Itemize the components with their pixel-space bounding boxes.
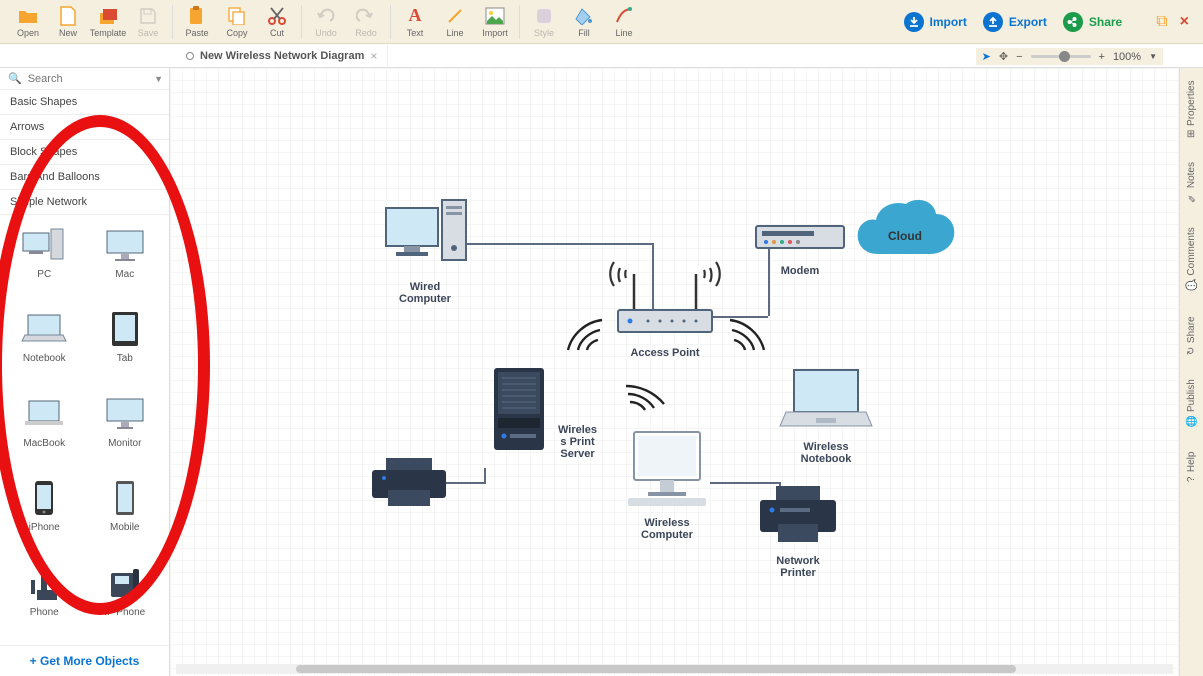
fill-icon bbox=[574, 6, 594, 26]
category-basic-shapes[interactable]: Basic Shapes bbox=[0, 90, 169, 115]
shape-monitor[interactable]: Monitor bbox=[87, 390, 164, 470]
new-button[interactable]: New bbox=[48, 2, 88, 42]
node-access-point[interactable]: Access Point bbox=[600, 260, 730, 359]
rail-comments[interactable]: 💬Comments bbox=[1184, 215, 1199, 304]
main-toolbar: Open New Template Save Paste Copy Cut Un… bbox=[0, 0, 1203, 44]
tab-close-icon[interactable]: × bbox=[370, 49, 377, 63]
canvas-area[interactable]: Wired Computer Access Point Modem Cloud bbox=[170, 68, 1179, 676]
rail-help[interactable]: ?Help bbox=[1184, 440, 1199, 494]
download-icon bbox=[904, 12, 924, 32]
cut-button[interactable]: Cut bbox=[257, 2, 297, 42]
style-icon bbox=[534, 6, 554, 26]
search-icon: 🔍 bbox=[8, 72, 22, 85]
save-button[interactable]: Save bbox=[128, 2, 168, 42]
shape-macbook[interactable]: MacBook bbox=[6, 390, 83, 470]
redo-button[interactable]: Redo bbox=[346, 2, 386, 42]
shape-phone[interactable]: Phone bbox=[6, 559, 83, 639]
copy-icon bbox=[227, 6, 247, 26]
text-icon: A bbox=[405, 6, 425, 26]
copy-button[interactable]: Copy bbox=[217, 2, 257, 42]
pointer-tool-icon[interactable]: ➤ bbox=[982, 50, 991, 63]
tab-title: New Wireless Network Diagram bbox=[200, 50, 364, 62]
zoom-value: 100% bbox=[1113, 51, 1141, 63]
line-button[interactable]: Line bbox=[435, 2, 475, 42]
horizontal-scrollbar[interactable] bbox=[176, 664, 1173, 674]
zoom-controls: ➤ ✥ − + 100% ▼ bbox=[976, 48, 1163, 65]
fill-button[interactable]: Fill bbox=[564, 2, 604, 42]
rail-properties[interactable]: ⊞Properties bbox=[1184, 68, 1199, 150]
node-network-printer[interactable]: Network Printer bbox=[752, 482, 844, 579]
import-image-button[interactable]: Import bbox=[475, 2, 515, 42]
share-pill[interactable]: Share bbox=[1055, 8, 1130, 36]
line-style-button[interactable]: Line bbox=[604, 2, 644, 42]
node-modem[interactable]: Modem bbox=[752, 218, 848, 277]
template-icon bbox=[98, 6, 118, 26]
paste-icon bbox=[187, 6, 207, 26]
right-rail: ⊞Properties ✎Notes 💬Comments ↻Share 🌐Pub… bbox=[1179, 68, 1203, 676]
export-pill[interactable]: Export bbox=[975, 8, 1055, 36]
rail-notes[interactable]: ✎Notes bbox=[1184, 150, 1199, 215]
undo-icon bbox=[316, 6, 336, 26]
unsaved-indicator-icon bbox=[186, 52, 194, 60]
rail-publish[interactable]: 🌐Publish bbox=[1184, 367, 1199, 440]
shape-ip-phone[interactable]: IP Phone bbox=[87, 559, 164, 639]
shape-mac[interactable]: Mac bbox=[87, 221, 164, 301]
chevron-down-icon[interactable]: ▼ bbox=[154, 74, 163, 84]
redo-icon bbox=[356, 6, 376, 26]
open-button[interactable]: Open bbox=[8, 2, 48, 42]
close-icon[interactable]: × bbox=[1180, 13, 1189, 31]
minimize-icon[interactable]: ⧉ bbox=[1156, 13, 1167, 31]
get-more-objects-link[interactable]: + Get More Objects bbox=[0, 645, 169, 676]
text-button[interactable]: AText bbox=[395, 2, 435, 42]
shape-iphone[interactable]: iPhone bbox=[6, 474, 83, 554]
share-icon bbox=[1063, 12, 1083, 32]
image-icon bbox=[485, 6, 505, 26]
node-wired-computer[interactable]: Wired Computer bbox=[380, 198, 470, 305]
shape-mobile[interactable]: Mobile bbox=[87, 474, 164, 554]
folder-icon bbox=[18, 6, 38, 26]
style-button[interactable]: Style bbox=[524, 2, 564, 42]
category-bars-balloons[interactable]: Bars And Balloons bbox=[0, 165, 169, 190]
search-input[interactable] bbox=[28, 73, 161, 85]
node-wireless-computer[interactable]: Wireless Computer bbox=[624, 424, 710, 541]
shape-tab[interactable]: Tab bbox=[87, 305, 164, 385]
category-block-shapes[interactable]: Block Shapes bbox=[0, 140, 169, 165]
printer-icon bbox=[366, 454, 454, 510]
pan-tool-icon[interactable]: ✥ bbox=[999, 50, 1008, 63]
shape-palette: PC Mac Notebook Tab MacBook Monitor iPho… bbox=[0, 215, 169, 645]
category-arrows[interactable]: Arrows bbox=[0, 115, 169, 140]
node-cloud[interactable]: Cloud bbox=[850, 198, 960, 274]
file-icon bbox=[58, 6, 78, 26]
save-icon bbox=[138, 6, 158, 26]
shape-pc[interactable]: PC bbox=[6, 221, 83, 301]
upload-icon bbox=[983, 12, 1003, 32]
category-simple-network[interactable]: Simple Network bbox=[0, 190, 169, 215]
undo-button[interactable]: Undo bbox=[306, 2, 346, 42]
rail-share[interactable]: ↻Share bbox=[1184, 304, 1199, 367]
zoom-out-icon[interactable]: − bbox=[1016, 51, 1022, 63]
template-button[interactable]: Template bbox=[88, 2, 128, 42]
zoom-in-icon[interactable]: + bbox=[1099, 51, 1105, 63]
zoom-slider[interactable] bbox=[1031, 55, 1091, 58]
document-tab[interactable]: New Wireless Network Diagram × bbox=[176, 45, 388, 67]
line-icon bbox=[445, 6, 465, 26]
chevron-down-icon[interactable]: ▼ bbox=[1149, 52, 1157, 61]
svg-text:Cloud: Cloud bbox=[888, 229, 922, 243]
scissors-icon bbox=[267, 6, 287, 26]
pen-icon bbox=[614, 6, 634, 26]
node-print-server[interactable]: Wireles s Print Server bbox=[490, 364, 597, 460]
shape-notebook[interactable]: Notebook bbox=[6, 305, 83, 385]
import-pill[interactable]: Import bbox=[896, 8, 975, 36]
paste-button[interactable]: Paste bbox=[177, 2, 217, 42]
shapes-sidebar: 🔍 ▼ Basic Shapes Arrows Block Shapes Bar… bbox=[0, 68, 170, 676]
node-wireless-notebook[interactable]: Wireless Notebook bbox=[778, 364, 874, 465]
